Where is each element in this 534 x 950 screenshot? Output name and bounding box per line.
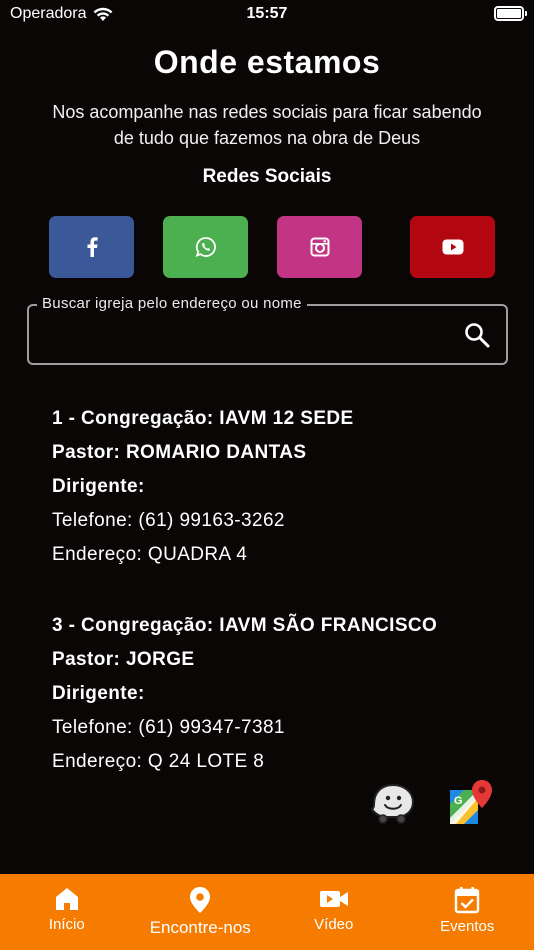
church-phone[interactable]: Telefone: (61) 99347-7381 [52,716,512,750]
nav-label: Vídeo [314,916,354,933]
nav-item-inicio[interactable]: Início [0,874,134,950]
waze-icon[interactable] [368,782,416,826]
status-bar: Operadora 15:57 [0,0,534,28]
google-maps-icon[interactable]: G [448,778,494,826]
facebook-icon [87,237,98,257]
nav-item-video[interactable]: Vídeo [267,874,401,950]
nav-label: Encontre-nos [149,918,251,937]
church-congregation: 1 - Congregação: IAVM 12 SEDE [52,408,354,429]
church-search-field[interactable]: Buscar igreja pelo endereço ou nome [27,295,508,365]
church-pastor: Pastor: JORGE [52,649,195,670]
church-leader: Dirigente: [52,683,145,704]
church-phone[interactable]: Telefone: (61) 99163-3262 [52,509,512,543]
nav-item-eventos[interactable]: Eventos [401,874,534,950]
instagram-button[interactable] [277,216,362,278]
battery-icon [494,6,527,21]
calendar-check-icon [455,887,480,914]
nav-label: Eventos [440,918,495,935]
search-icon[interactable] [464,322,490,348]
church-entry[interactable]: 1 - Congregação: IAVM 12 SEDE Pastor: RO… [52,407,512,577]
church-congregation: 3 - Congregação: IAVM SÃO FRANCISCO [52,615,438,636]
nav-item-encontre-nos[interactable]: Encontre-nos [134,874,268,950]
youtube-button[interactable] [410,216,495,278]
church-address: Endereço: QUADRA 4 [52,544,248,565]
location-pin-icon [190,887,211,913]
instagram-icon [310,237,329,257]
bottom-navigation: Início Encontre-nos Vídeo Eventos [0,874,534,950]
page-title: Onde estamos [153,44,381,80]
nav-label: Início [48,916,85,933]
page-subtitle: Nos acompanhe nas redes sociais para fic… [52,102,482,148]
youtube-icon [442,239,463,255]
church-pastor: Pastor: ROMARIO DANTAS [52,442,307,463]
clock: 15:57 [246,5,288,22]
whatsapp-button[interactable] [163,216,248,278]
video-camera-icon [319,891,348,907]
whatsapp-icon [194,237,216,258]
church-entry[interactable]: 3 - Congregação: IAVM SÃO FRANCISCO Past… [52,614,512,784]
home-icon [55,888,78,910]
facebook-button[interactable] [49,216,134,278]
church-address: Endereço: Q 24 LOTE 8 [52,751,265,772]
church-leader: Dirigente: [52,476,145,497]
svg-text:G: G [454,795,463,807]
social-section-title: Redes Sociais [202,166,332,187]
search-label: Buscar igreja pelo endereço ou nome [37,295,307,312]
